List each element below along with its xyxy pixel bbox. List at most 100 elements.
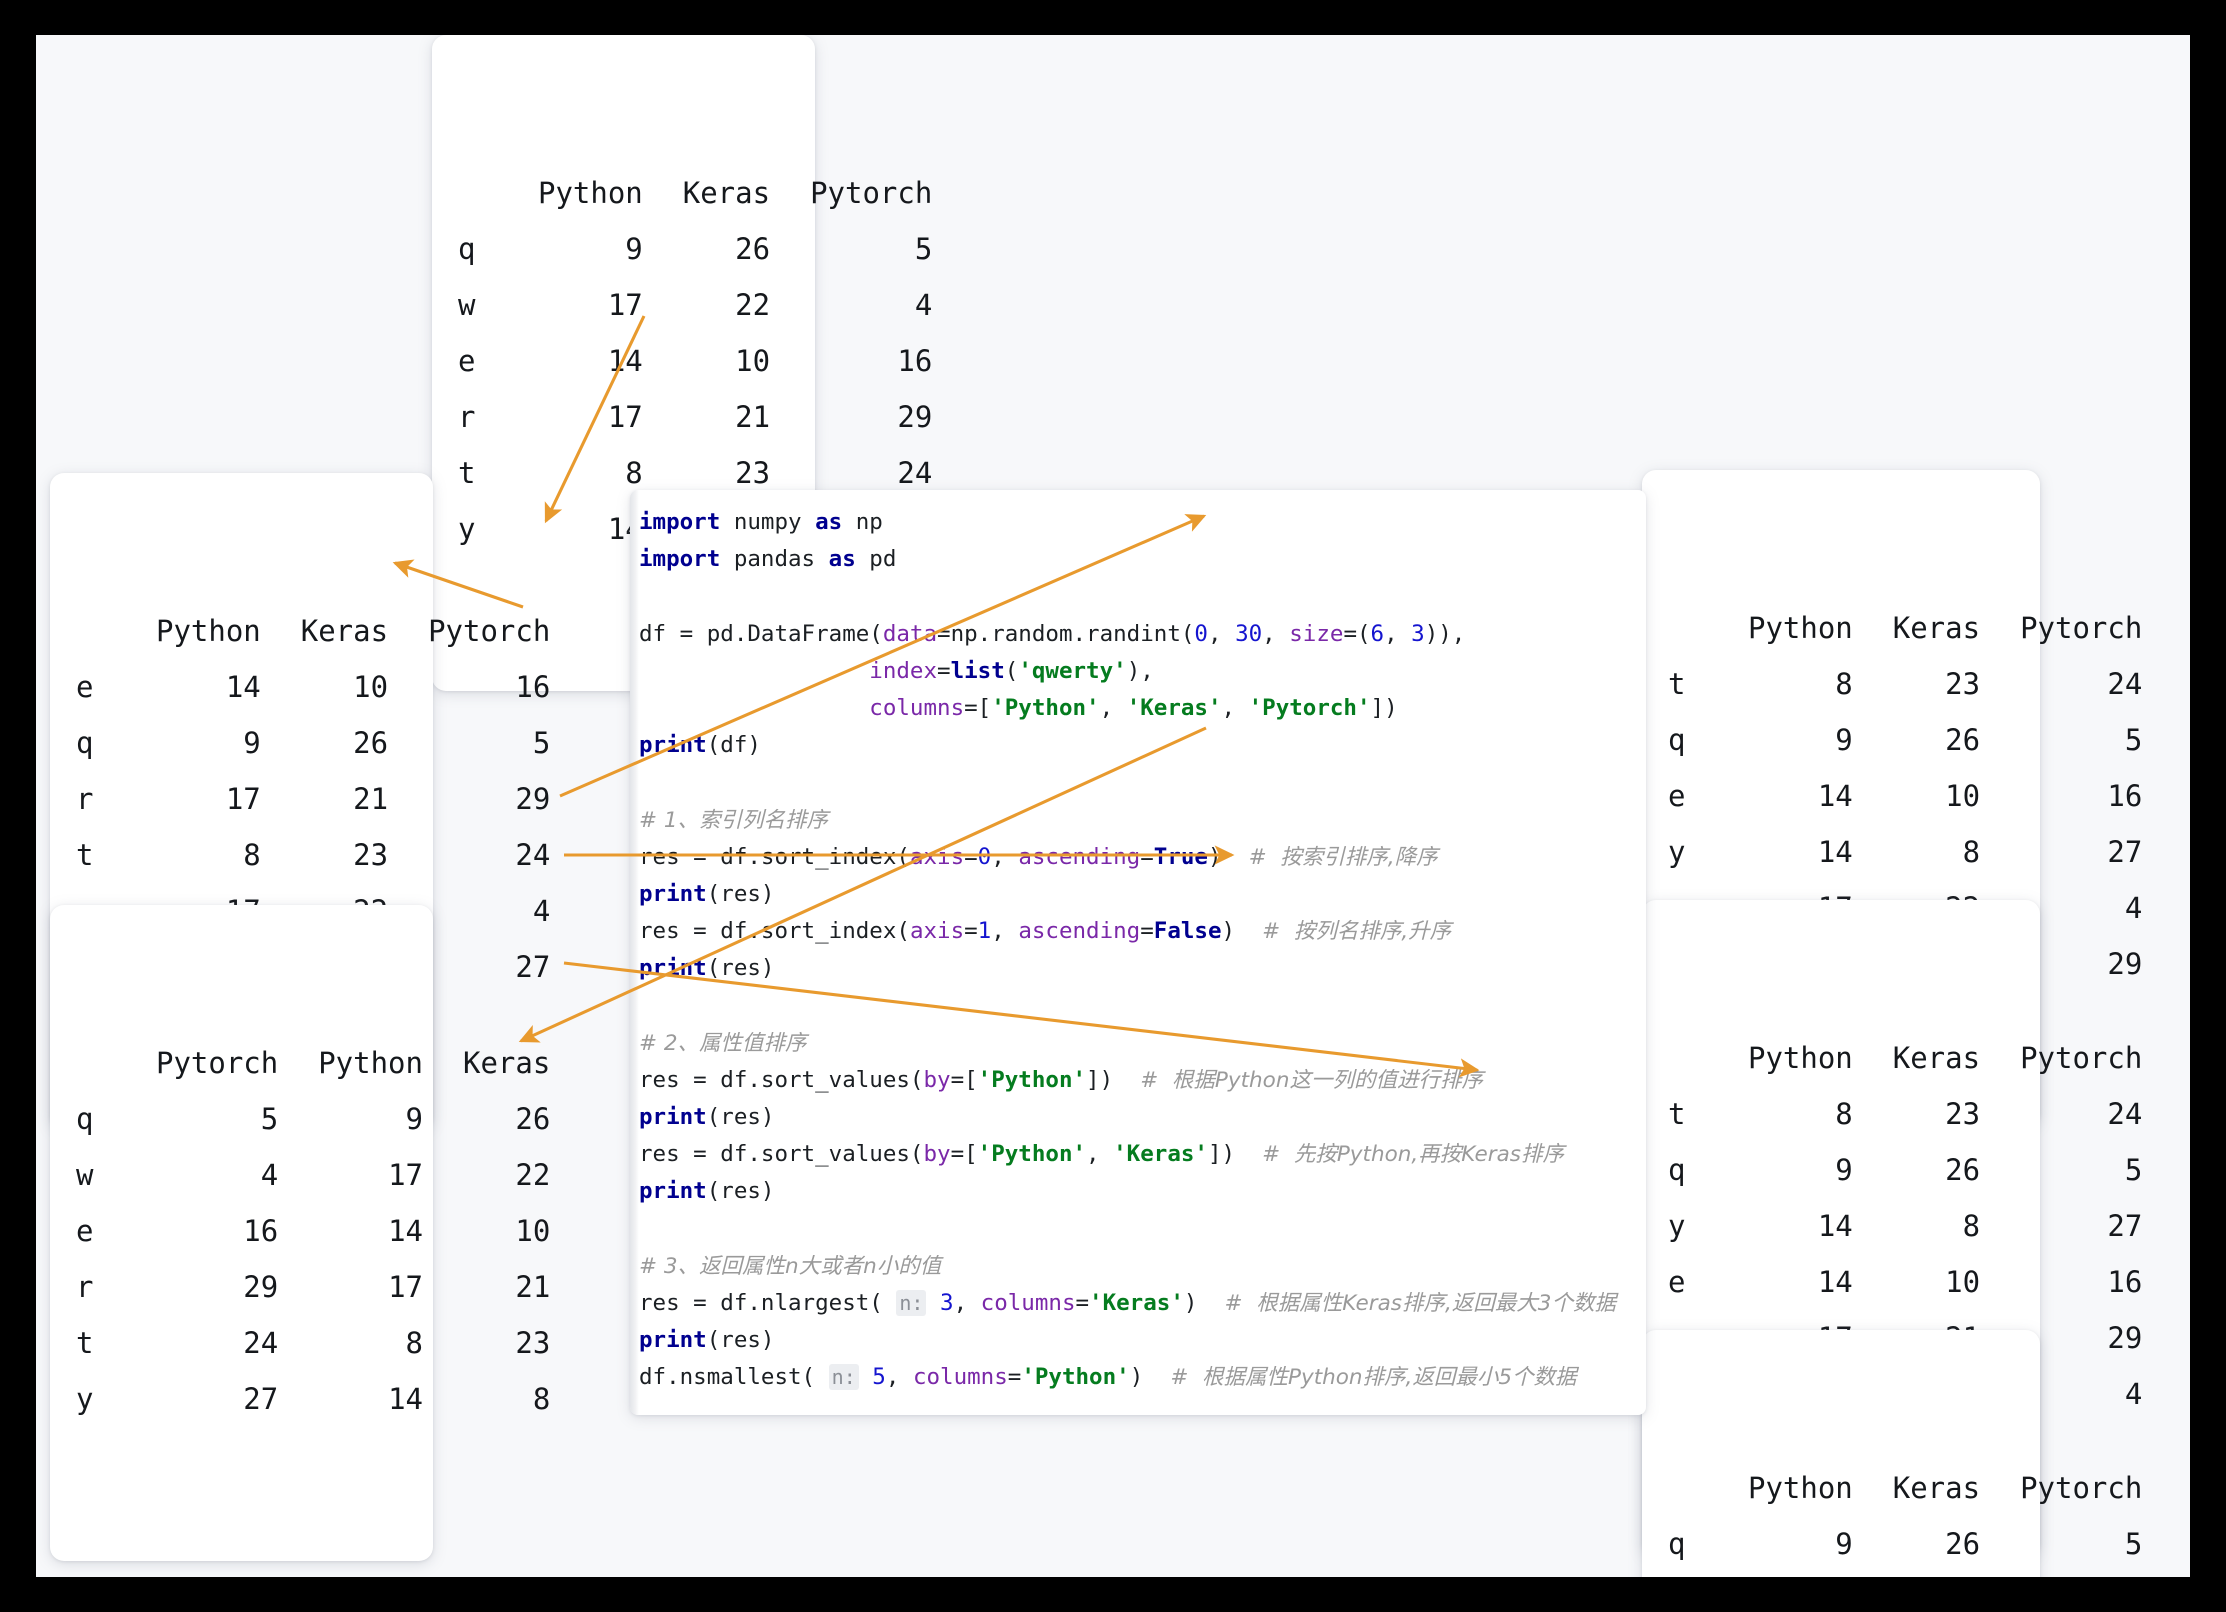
code-line[interactable]: # 2、属性值排序 <box>639 1025 1646 1062</box>
code-token-fn: = <box>964 843 978 870</box>
row-index: q <box>1668 723 1686 757</box>
code-token-fn: res = df.nlargest( <box>639 1289 897 1316</box>
code-line[interactable]: res = df.sort_index(axis=0, ascending=Tr… <box>639 839 1646 876</box>
code-token-fn: , <box>1207 620 1236 647</box>
code-token-str: 'Pytorch' <box>1248 694 1371 721</box>
cell-value: 8 <box>1835 1097 1853 1131</box>
table-row: y 14 8 27 <box>1668 1198 2142 1254</box>
cell-value: 10 <box>1945 1265 1981 1299</box>
code-line[interactable]: print(res) <box>639 876 1646 913</box>
code-line[interactable]: columns=['Python', 'Keras', 'Pytorch']) <box>639 690 1646 727</box>
code-line[interactable]: res = df.nlargest( n: 3, columns='Keras'… <box>639 1285 1646 1322</box>
column-header: Pytorch <box>2020 1471 2143 1505</box>
code-line[interactable]: print(res) <box>639 1173 1646 1210</box>
code-line[interactable]: print(df) <box>639 727 1646 764</box>
code-line[interactable] <box>639 987 1646 1024</box>
code-token-kw: True <box>1153 843 1208 870</box>
cell-value: 8 <box>243 838 261 872</box>
column-header: Python <box>1748 611 1853 645</box>
code-token-kwarg: ascending <box>1018 843 1141 870</box>
table-row: e 14 10 16 <box>76 659 550 715</box>
code-line[interactable]: print(res) <box>639 1099 1646 1136</box>
code-token-fn: pd <box>855 546 897 573</box>
code-token-fn: , <box>1099 694 1127 721</box>
row-index: e <box>458 344 476 378</box>
code-token-kwarg: by <box>923 1066 951 1093</box>
table-row: y 27 14 8 <box>76 1371 550 1427</box>
code-token-fn: , <box>991 843 1019 870</box>
table-row: q 9 26 5 <box>458 221 932 277</box>
cell-value: 14 <box>388 1214 423 1248</box>
cell-value: 23 <box>1945 1097 1981 1131</box>
dataframe-card-sort-index-axis1: Pytorch Python Keras q 5 9 26 w 4 17 22 e 16 14 1… <box>50 905 550 1561</box>
code-line[interactable] <box>639 578 1646 615</box>
table-row: t 8 23 24 <box>1668 1086 2142 1142</box>
code-line[interactable]: import numpy as np <box>639 504 1646 541</box>
row-index: e <box>76 1214 94 1248</box>
code-token-fn: (res) <box>706 1178 775 1205</box>
code-token-str: 'Keras' <box>1126 694 1222 721</box>
code-line[interactable]: import pandas as pd <box>639 541 1646 578</box>
code-content[interactable]: import numpy as np import pandas as pd df… <box>639 490 1646 1415</box>
code-line[interactable]: # 3、返回属性n大或者n小的值 <box>639 1248 1646 1285</box>
row-index: q <box>1668 1153 1686 1187</box>
cell-value: 4 <box>914 288 933 322</box>
row-index: q <box>458 232 476 266</box>
code-editor-panel[interactable]: import numpy as np import pandas as pd df… <box>630 490 1646 1415</box>
cell-value: 14 <box>1817 779 1853 813</box>
column-header: Python <box>538 176 643 210</box>
column-header: Keras <box>462 1046 551 1080</box>
cell-value: 5 <box>914 232 933 266</box>
code-line[interactable]: print(res) <box>639 1322 1646 1359</box>
code-line[interactable]: index=list('qwerty'), <box>639 653 1646 690</box>
code-token-fn: , <box>885 1364 913 1391</box>
index-header <box>1668 1030 1708 1086</box>
cell-value: 14 <box>1817 835 1853 869</box>
cell-value: 23 <box>353 838 389 872</box>
code-line[interactable]: df.nsmallest( n: 5, columns='Python') # … <box>639 1359 1646 1396</box>
code-token-fn: res = df.sort_index( <box>639 843 910 870</box>
code-line[interactable]: res = df.sort_values(by=['Python', 'Kera… <box>639 1136 1646 1173</box>
cell-value: 24 <box>2107 667 2143 701</box>
cell-value: 9 <box>1835 1153 1853 1187</box>
column-header: Pytorch <box>810 176 933 210</box>
column-header: Keras <box>1892 611 1981 645</box>
code-token-str: 'Keras' <box>1089 1289 1184 1316</box>
cell-value: 22 <box>515 1158 551 1192</box>
row-index: q <box>1668 1527 1686 1561</box>
column-header: Pytorch <box>2020 611 2143 645</box>
cell-value: 14 <box>607 344 643 378</box>
code-token-kwarg: data <box>882 620 938 647</box>
cell-value: 8 <box>1962 835 1981 869</box>
code-line[interactable] <box>639 764 1646 801</box>
cell-value: 16 <box>243 1214 279 1248</box>
code-token-kwarg: columns <box>912 1364 1008 1391</box>
cell-value: 10 <box>353 670 389 704</box>
cell-value: 14 <box>388 1382 423 1416</box>
code-token-num: 5 <box>872 1364 886 1391</box>
row-index: w <box>458 288 476 322</box>
code-line[interactable]: df = pd.DataFrame(data=np.random.randint… <box>639 616 1646 653</box>
editor-gutter <box>630 490 639 1415</box>
code-line[interactable] <box>639 1211 1646 1248</box>
table-row: r 29 17 21 <box>76 1259 550 1315</box>
dataframe-card-nlargest-keras: Python Keras Pytorch q9265 t82324 w17224 <box>1642 1330 2142 1577</box>
code-token-fn: numpy <box>720 509 816 535</box>
cell-value: 16 <box>515 670 551 704</box>
index-header <box>76 603 116 659</box>
code-line[interactable]: res = df.sort_values(by=['Python']) # 根据… <box>639 1062 1646 1099</box>
code-token-fn: = <box>1140 918 1154 945</box>
code-line[interactable]: print(res) <box>639 950 1646 987</box>
code-line[interactable]: res = df.sort_index(axis=1, ascending=Fa… <box>639 913 1646 950</box>
table-header-row: Python Keras Pytorch <box>1668 1030 2142 1086</box>
cell-value: 14 <box>1817 1209 1853 1243</box>
row-index: t <box>76 838 94 872</box>
cell-value: 8 <box>1962 1209 1981 1243</box>
column-header: Keras <box>300 614 389 648</box>
code-token-cmt: # 根据Python这一列的值进行排序 <box>1140 1067 1483 1093</box>
code-line[interactable]: # 1、索引列名排序 <box>639 802 1646 839</box>
table-header-row: Pytorch Python Keras <box>76 1035 550 1091</box>
code-token-str: 'Python' <box>977 1066 1087 1093</box>
code-token-fn: = <box>937 657 951 684</box>
row-index: y <box>1668 1209 1686 1243</box>
